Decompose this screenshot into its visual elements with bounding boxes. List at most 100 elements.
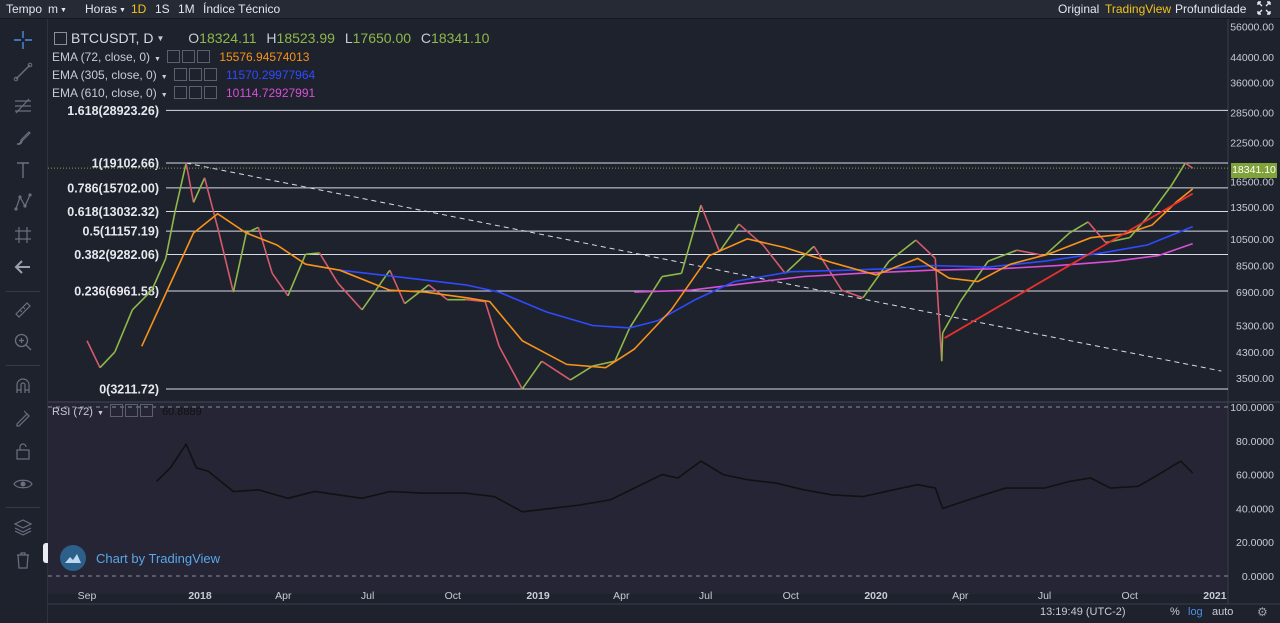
eye-icon[interactable] [109,404,123,417]
rsi-tick-label: 20.0000 [1236,537,1274,549]
rsi-legend[interactable]: RSI (72) ▼ 60.8889 [52,404,202,418]
open-value: 18324.11 [199,30,257,46]
chevron-down-icon[interactable]: ▼ [156,34,164,43]
drawing-toolbar [0,19,50,623]
gear-icon[interactable] [188,86,202,99]
view-mode-1[interactable]: TradingView [1102,0,1174,18]
rsi-tick-label: 60.0000 [1236,470,1274,482]
ema-label: EMA (610, close, 0) [52,86,157,100]
ema-label: EMA (72, close, 0) [52,50,151,64]
timeframe-1[interactable]: m ▼ [45,0,70,18]
clock[interactable]: 13:19:49 (UTC-2) [1040,606,1126,618]
timeframe-label: Índice Técnico [203,2,281,16]
layers-icon[interactable] [10,516,36,538]
timeframe-label: 1M [178,2,195,16]
chevron-down-icon: ▼ [60,7,67,14]
auto-toggle[interactable]: auto [1212,606,1233,618]
stay-drawing-icon[interactable] [10,407,36,429]
rsi-value: 60.8889 [161,406,202,418]
price-tick-label: 5300.00 [1236,321,1274,333]
brush-icon[interactable] [10,127,36,149]
rsi-pane-bg [48,403,1228,594]
price-tick-label: 3500.00 [1236,373,1274,385]
trash-icon[interactable] [10,549,36,571]
time-tick-label: Jul [699,590,712,602]
timeframe-4[interactable]: 1S [152,0,173,18]
branding-text[interactable]: Chart by TradingView [96,551,220,566]
timeframe-label: 1S [155,2,170,16]
eye-icon[interactable] [10,473,36,495]
price-tick-label: 8500.00 [1236,261,1274,273]
symbol-legend: BTCUSDT, D ▼ O18324.11 H18523.99 L17650.0… [52,30,489,46]
gear-icon[interactable] [188,68,202,81]
price-chart[interactable]: 56000.00 44000.00 36000.00 28500.00 22500.00… [48,19,1280,623]
time-tick-label: 2021 [1203,590,1227,602]
toolbar-divider [6,507,40,508]
price-tick-label: 36000.00 [1230,78,1274,90]
percent-toggle[interactable]: % [1170,606,1180,618]
trend-line-icon[interactable] [10,61,36,83]
back-arrow-icon[interactable] [10,256,36,278]
rsi-tick-label: 80.0000 [1236,436,1274,448]
timeframe-2[interactable]: Horas ▼ [82,0,129,18]
text-icon[interactable] [10,159,36,181]
eye-icon[interactable] [166,50,180,63]
gear-icon[interactable] [181,50,195,63]
price-tick-label: 6900.00 [1236,287,1274,299]
low-label: L [344,30,353,46]
log-toggle[interactable]: log [1188,606,1203,618]
ema-label: EMA (305, close, 0) [52,68,157,82]
high-value: 18523.99 [276,30,335,46]
eye-icon[interactable] [173,68,187,81]
toolbar-divider [6,291,40,292]
zoom-in-icon[interactable] [10,331,36,353]
time-tick-label: Apr [275,590,292,602]
chevron-down-icon[interactable]: ▼ [154,56,161,63]
lock-icon[interactable] [10,440,36,462]
eye-icon[interactable] [173,86,187,99]
chevron-down-icon[interactable]: ▼ [161,92,168,99]
fib-level-label: 0.786(15702.00) [67,181,159,195]
symbol-name[interactable]: BTCUSDT, D [71,30,153,46]
view-mode-0[interactable]: Original [1055,0,1102,18]
tradingview-logo-icon [60,545,86,571]
time-tick-label: 2019 [526,590,550,602]
time-tick-label: Oct [445,590,461,602]
close-icon[interactable] [203,68,217,81]
timeframe-3[interactable]: 1D [128,0,149,18]
timeframe-6[interactable]: Índice Técnico [200,0,283,18]
gear-icon[interactable]: ⚙ [1257,605,1268,619]
chevron-down-icon[interactable]: ▼ [161,74,168,81]
rsi-tick-label: 40.0000 [1236,503,1274,515]
prediction-icon[interactable] [10,224,36,246]
price-tick-label: 22500.00 [1230,137,1274,149]
ema-legend-72[interactable]: EMA (72, close, 0) ▼ 15576.94574013 [52,50,309,64]
timeframe-0[interactable]: Tempo [3,0,45,18]
timeframe-label: m [48,2,58,16]
ruler-icon[interactable] [10,299,36,321]
ema-legend-305[interactable]: EMA (305, close, 0) ▼ 11570.29977964 [52,68,315,82]
chevron-down-icon[interactable]: ▼ [97,410,104,417]
close-icon[interactable] [196,50,210,63]
crosshair-icon[interactable] [10,29,36,51]
close-icon[interactable] [139,404,153,417]
gear-icon[interactable] [124,404,138,417]
magnet-icon[interactable] [10,375,36,397]
close-icon[interactable] [203,86,217,99]
price-segment [940,332,944,362]
tradingview-branding[interactable]: Chart by TradingView [60,545,220,571]
ema-value: 10114.72927991 [226,86,316,100]
fib-level-label: 0.5(11157.19) [83,225,159,239]
price-tick-label: 4300.00 [1236,347,1274,359]
low-value: 17650.00 [352,30,412,46]
ema-legend-610[interactable]: EMA (610, close, 0) ▼ 10114.72927991 [52,86,315,100]
time-tick-label: Jul [1038,590,1051,602]
pattern-icon[interactable] [10,191,36,213]
fullscreen-icon[interactable] [1254,0,1274,18]
price-tick-label: 16500.00 [1230,177,1274,189]
timeframe-5[interactable]: 1M [175,0,198,18]
price-tick-label: 28500.00 [1230,107,1274,119]
view-mode-2[interactable]: Profundidade [1172,0,1249,18]
collapse-icon[interactable] [54,32,67,45]
fib-tools-icon[interactable] [10,95,36,117]
